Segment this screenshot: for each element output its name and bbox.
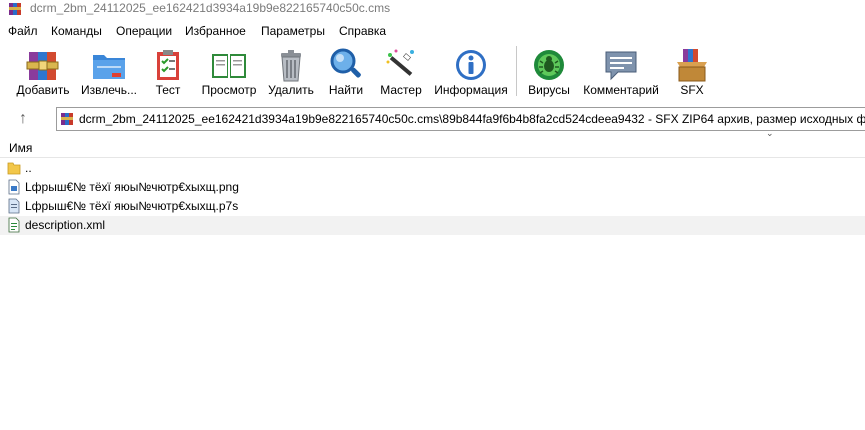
- add-label: Добавить: [16, 83, 70, 97]
- view-label: Просмотр: [201, 83, 257, 97]
- menu-options[interactable]: Параметры: [261, 24, 325, 38]
- menu-favorites[interactable]: Избранное: [185, 24, 246, 38]
- comment-label: Комментарий: [583, 83, 659, 97]
- menu-file[interactable]: Файл: [8, 24, 38, 38]
- find-button[interactable]: Найти: [324, 42, 368, 100]
- virus-scan-button[interactable]: Вирусы: [524, 42, 574, 100]
- info-icon: [456, 50, 486, 80]
- view-book-icon: [212, 54, 246, 78]
- delete-button[interactable]: Удалить: [265, 42, 317, 100]
- view-button[interactable]: Просмотр: [197, 42, 261, 100]
- add-archive-icon: [26, 52, 59, 80]
- signature-file-icon: [8, 198, 20, 214]
- magic-wand-icon: [386, 49, 414, 76]
- menu-commands[interactable]: Команды: [51, 24, 102, 38]
- column-name-header[interactable]: Имя: [9, 141, 32, 155]
- info-label: Информация: [434, 83, 508, 97]
- archive-icon: [61, 113, 73, 125]
- toolbar-separator: [516, 46, 517, 96]
- file-name: description.xml: [25, 218, 106, 232]
- sfx-box-icon: [677, 49, 707, 82]
- list-item[interactable]: Lфрыш€№ тёхї яюы№чютр€хыхщ.p7s: [0, 197, 865, 216]
- info-button[interactable]: Информация: [432, 42, 510, 100]
- find-label: Найти: [328, 83, 364, 97]
- virus-bug-icon: [534, 50, 564, 80]
- virus-label: Вирусы: [528, 83, 570, 97]
- file-name: Lфрыш€№ тёхї яюы№чютр€хыхщ.p7s: [25, 199, 239, 213]
- xml-file-icon: [8, 217, 20, 233]
- wizard-button[interactable]: Мастер: [376, 42, 426, 100]
- comment-bubble-icon: [605, 51, 637, 81]
- comment-button[interactable]: Комментарий: [579, 42, 663, 100]
- window-title: dcrm_2bm_24112025_ee162421d3934a19b9e822…: [30, 1, 391, 15]
- menu-bar: Файл Команды Операции Избранное Параметр…: [0, 20, 865, 42]
- extract-button[interactable]: Извлечь...: [78, 42, 140, 100]
- magnifier-icon: [330, 48, 361, 78]
- menu-operations[interactable]: Операции: [116, 24, 172, 38]
- sfx-label: SFX: [680, 83, 704, 97]
- test-checklist-icon: [157, 50, 179, 80]
- folder-up-icon: [7, 162, 21, 175]
- trash-can-icon: [281, 50, 301, 82]
- image-file-icon: [8, 179, 20, 195]
- up-arrow-icon[interactable]: ↑: [10, 108, 36, 130]
- list-item[interactable]: description.xml: [0, 216, 865, 235]
- file-name: Lфрыш€№ тёхї яюы№чютр€хыхщ.png: [25, 180, 239, 194]
- list-item[interactable]: ..: [0, 159, 865, 178]
- file-list: .. Lфрыш€№ тёхї яюы№чютр€хыхщ.png Lфрыш€…: [0, 159, 865, 235]
- title-bar: dcrm_2bm_24112025_ee162421d3934a19b9e822…: [0, 0, 865, 20]
- extract-label: Извлечь...: [80, 83, 137, 97]
- test-button[interactable]: Тест: [146, 42, 190, 100]
- delete-label: Удалить: [268, 83, 314, 97]
- file-list-header: Имя: [0, 138, 865, 158]
- add-button[interactable]: Добавить: [12, 42, 74, 100]
- address-field[interactable]: dcrm_2bm_24112025_ee162421d3934a19b9e822…: [56, 107, 865, 131]
- address-path: dcrm_2bm_24112025_ee162421d3934a19b9e822…: [79, 112, 865, 126]
- list-item[interactable]: Lфрыш€№ тёхї яюы№чютр€хыхщ.png: [0, 178, 865, 197]
- winrar-app-icon: [9, 3, 21, 15]
- sfx-button[interactable]: SFX: [668, 42, 716, 100]
- wizard-label: Мастер: [380, 83, 422, 97]
- toolbar: Добавить Извлечь... Тест Просмотр Удалит…: [0, 42, 865, 100]
- extract-folder-icon: [93, 55, 125, 79]
- file-name: ..: [25, 161, 32, 175]
- address-bar: ↑ dcrm_2bm_24112025_ee162421d3934a19b9e8…: [0, 104, 865, 134]
- test-label: Тест: [155, 83, 181, 97]
- menu-help[interactable]: Справка: [339, 24, 386, 38]
